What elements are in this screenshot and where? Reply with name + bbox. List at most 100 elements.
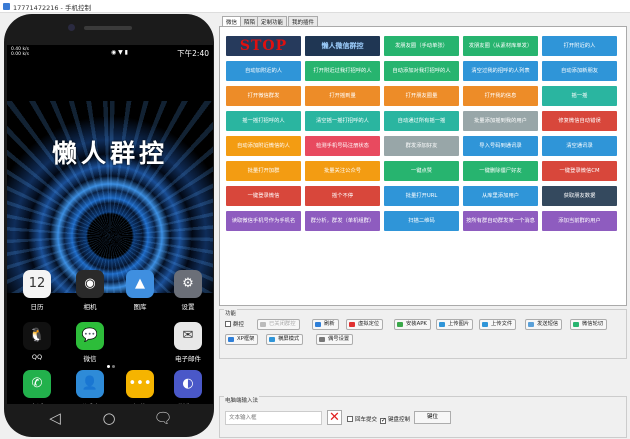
app-camera[interactable]: ◉ 相机: [70, 270, 110, 311]
feature-button[interactable]: 摇一摇: [542, 86, 617, 106]
framework-button[interactable]: XP框架: [225, 334, 259, 345]
phone-status-bar: 0.40 k/s 0.00 k/s ◉ ▼ ▮ 下午2:40: [7, 45, 213, 61]
feature-button[interactable]: 获取朋友数据: [542, 186, 617, 206]
app-label: 日历: [30, 303, 44, 311]
feature-button[interactable]: 检测手机号码注册状态: [305, 136, 380, 156]
feature-button[interactable]: 自动添加对我打招呼的人: [384, 61, 459, 81]
feature-button[interactable]: 自动添加附近微信的人: [226, 136, 301, 156]
feature-button[interactable]: 读取微信手机号作为手机名: [226, 211, 301, 231]
feature-button[interactable]: 修复微信自动错误: [542, 111, 617, 131]
feature-button[interactable]: 添加当前群的用户: [542, 211, 617, 231]
feature-button[interactable]: 打开摇到量: [305, 86, 380, 106]
enter-submit-checkbox[interactable]: 回车提交: [347, 415, 377, 423]
feature-button[interactable]: 按所有群自动群发某一个消息: [463, 211, 538, 231]
feature-button[interactable]: 摇一摇打招呼的人: [226, 111, 301, 131]
sms-send-icon: [528, 322, 534, 327]
feature-button[interactable]: 一键点赞: [384, 161, 459, 181]
feature-button[interactable]: 批量打开加群: [226, 161, 301, 181]
feature-button[interactable]: 扫描二维码: [384, 211, 459, 231]
button-label: 上传文件: [491, 321, 513, 327]
app-settings[interactable]: ⚙ 设置: [168, 270, 208, 311]
home-icon[interactable]: ○: [96, 405, 122, 431]
button-label: 安装APK: [406, 321, 427, 327]
feature-button[interactable]: 打开我的信息: [463, 86, 538, 106]
app-qq[interactable]: 🐧 QQ: [17, 322, 57, 361]
group-control-checkbox[interactable]: 群控: [225, 320, 244, 328]
key-mapping-button[interactable]: 键位: [414, 411, 451, 424]
app-calendar[interactable]: 12 日历: [17, 270, 57, 311]
wechat-switch-icon: [573, 322, 579, 327]
app-wechat[interactable]: 💬 微信: [70, 322, 110, 363]
sms-send-button[interactable]: 发送短信: [525, 319, 563, 330]
landscape-icon: [269, 337, 275, 342]
feature-button[interactable]: 摇个不停: [305, 186, 380, 206]
keyboard-control-checkbox[interactable]: ✓ 键盘控制: [380, 415, 410, 424]
feature-button[interactable]: 打开朋友圈量: [384, 86, 459, 106]
app-mail[interactable]: ✉ 电子邮件: [168, 322, 208, 363]
install-button[interactable]: 安装APK: [394, 319, 431, 330]
app-label: QQ: [31, 353, 43, 361]
feature-button[interactable]: 自动加附近的人: [226, 61, 301, 81]
feature-button[interactable]: 批量关注公众号: [305, 161, 380, 181]
app-label: 相机: [83, 303, 97, 311]
checkbox-box-checked[interactable]: ✓: [380, 418, 386, 424]
account-settings-button[interactable]: 偶号设置: [316, 334, 354, 345]
status-icons: ◉ ▼ ▮: [111, 49, 128, 56]
wechat-panel: STOP 懒人微信群控 发朋友圈（手动单张） 发朋友圈（从素材库单发） 打开附近的人 自动…: [219, 26, 627, 306]
stop-button[interactable]: STOP: [226, 36, 301, 56]
feature-button[interactable]: 发朋友圈（手动单张）: [384, 36, 459, 56]
feature-button[interactable]: 一键删除僵尸好友: [463, 161, 538, 181]
checkbox-box[interactable]: [225, 321, 231, 327]
back-icon[interactable]: ◁: [42, 405, 68, 431]
wechat-icon: 💬: [76, 322, 104, 350]
upload-file-button[interactable]: 上传文件: [479, 319, 517, 330]
upload-image-button[interactable]: 上传图片: [436, 319, 474, 330]
feature-button[interactable]: 自动通过所有摇一摇: [384, 111, 459, 131]
app-phone[interactable]: ✆ 电话: [17, 370, 57, 404]
network-speed: 0.40 k/s 0.00 k/s: [11, 47, 29, 57]
app-sms[interactable]: ••• 短信: [120, 370, 160, 404]
feature-button[interactable]: 清空过我的招呼的人列表: [463, 61, 538, 81]
checkbox-box[interactable]: [347, 416, 353, 422]
phone-screen[interactable]: 0.40 k/s 0.00 k/s ◉ ▼ ▮ 下午2:40 懒人群控 12 日历…: [7, 45, 213, 404]
feature-button[interactable]: 打开附近的人: [542, 36, 617, 56]
app-label: 图库: [133, 303, 147, 311]
feature-button[interactable]: 群发添加好友: [384, 136, 459, 156]
button-label: 已关闭群控: [269, 321, 296, 327]
button-label: 刷新: [324, 321, 335, 327]
app-contacts[interactable]: 👤 联系人: [70, 370, 110, 404]
feature-button[interactable]: 一键登录微信CM: [542, 161, 617, 181]
feature-button[interactable]: 发朋友圈（从素材库单发）: [463, 36, 538, 56]
feature-button[interactable]: 清空通讯录: [542, 136, 617, 156]
text-input[interactable]: [225, 411, 322, 425]
button-label: 上传图片: [448, 321, 470, 327]
phone-frame: 0.40 k/s 0.00 k/s ◉ ▼ ▮ 下午2:40 懒人群控 12 日历…: [4, 14, 214, 437]
group-control-label: 群控: [233, 322, 245, 328]
feature-button[interactable]: 打开附近过我打招呼的人: [305, 61, 380, 81]
lock-icon: [260, 322, 266, 327]
feature-button[interactable]: 批量打开URL: [384, 186, 459, 206]
button-label: 微信轮切: [582, 321, 604, 327]
lock-button[interactable]: 已关闭群控: [257, 319, 300, 330]
app-gallery[interactable]: ▲ 图库: [120, 270, 160, 311]
brand-logo-button[interactable]: 懒人微信群控: [305, 36, 380, 56]
feature-button[interactable]: 从库里添加用户: [463, 186, 538, 206]
landscape-button[interactable]: 横屏模式: [266, 334, 304, 345]
clear-button[interactable]: ✕: [327, 410, 342, 425]
refresh-icon: [315, 322, 321, 327]
recents-icon[interactable]: 🗨: [150, 405, 176, 431]
feature-button[interactable]: 清空摇一摇打招呼的人: [305, 111, 380, 131]
wechat-switch-button[interactable]: 微信轮切: [570, 319, 608, 330]
function-group: 功能 群控 已关闭群控 刷新 虚拟定位 安装APK 上传图片 上传文件 发送短信 微信轮切 XP…: [219, 309, 627, 359]
feature-button[interactable]: 导入号码到通讯录: [463, 136, 538, 156]
feature-button[interactable]: 一键登录微信: [226, 186, 301, 206]
feature-button[interactable]: 自动添加新朋友: [542, 61, 617, 81]
refresh-button[interactable]: 刷新: [312, 319, 339, 330]
feature-button[interactable]: 群分析，群发（单机组群）: [305, 211, 380, 231]
feature-button[interactable]: 打开微信群发: [226, 86, 301, 106]
location-button[interactable]: 虚拟定位: [346, 319, 384, 330]
feature-button[interactable]: 批量添加摇到我的用户: [463, 111, 538, 131]
phone-nav-bar: ◁ ○ 🗨: [4, 405, 214, 435]
app-browser[interactable]: ◐ 浏览器: [168, 370, 208, 404]
install-icon: [397, 322, 403, 327]
